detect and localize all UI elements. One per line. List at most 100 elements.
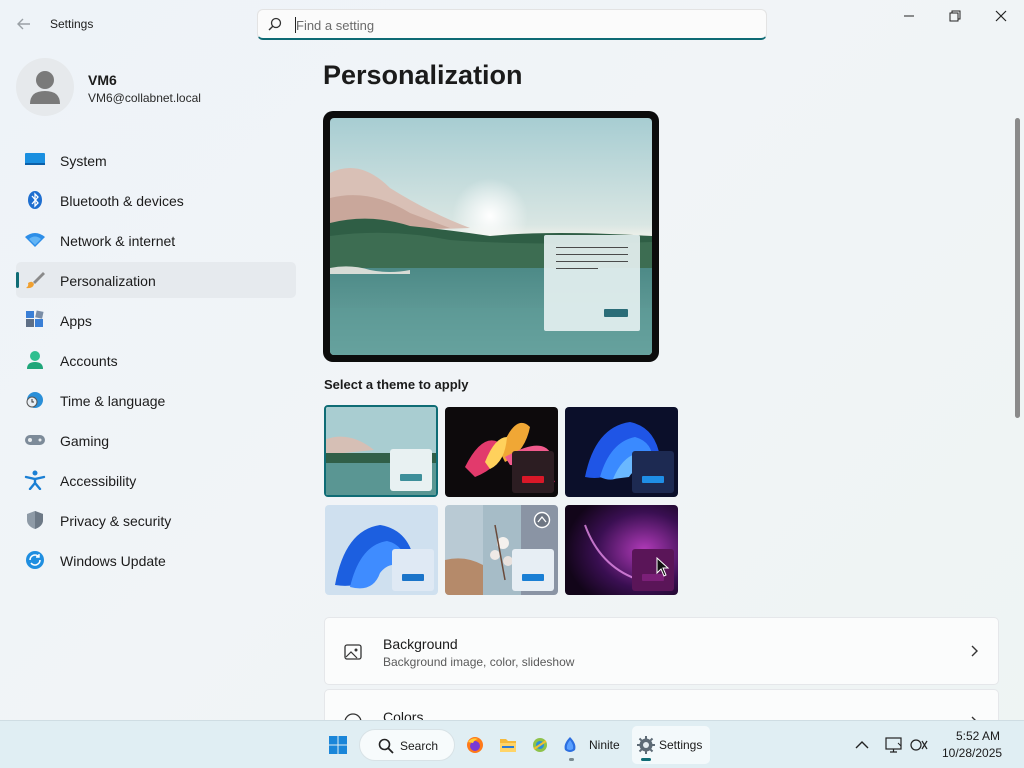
user-profile[interactable]: VM6 VM6@collabnet.local — [16, 58, 296, 118]
accent-bar — [522, 574, 544, 581]
theme-light-bloom[interactable] — [325, 505, 438, 595]
close-button[interactable] — [978, 0, 1024, 32]
sidebar-item-label: Network & internet — [60, 233, 176, 249]
mouse-cursor-icon — [656, 557, 670, 577]
search-box[interactable] — [257, 9, 767, 40]
restore-button[interactable] — [932, 0, 978, 32]
chevron-up-icon[interactable] — [855, 740, 869, 750]
sidebar-item-bluetooth[interactable]: Bluetooth & devices — [16, 182, 296, 218]
background-setting-card[interactable]: Background Background image, color, slid… — [324, 617, 999, 685]
sidebar-item-time-language[interactable]: Time & language — [16, 382, 296, 418]
sidebar-item-apps[interactable]: Apps — [16, 302, 296, 338]
sidebar-item-label: Apps — [60, 313, 92, 329]
sidebar-item-label: Bluetooth & devices — [60, 193, 184, 209]
search-icon — [268, 17, 282, 31]
sidebar-item-windows-update[interactable]: Windows Update — [16, 542, 296, 578]
accent-bar — [400, 474, 422, 481]
windows-start-icon[interactable] — [329, 736, 347, 754]
sidebar-item-privacy-security[interactable]: Privacy & security — [16, 502, 296, 538]
minimize-icon — [904, 15, 914, 17]
theme-preview-chip — [512, 549, 554, 591]
gamepad-icon — [25, 435, 45, 445]
theme-preview-chip — [392, 549, 434, 591]
theme-glow[interactable] — [565, 505, 678, 595]
taskbar-ninite-label: Ninite — [589, 738, 620, 752]
brush-icon — [26, 272, 45, 289]
desktop-preview-image — [330, 118, 652, 355]
sidebar-item-accessibility[interactable]: Accessibility — [16, 462, 296, 498]
accent-bar — [642, 476, 664, 483]
person-icon — [30, 71, 60, 104]
preview-line — [556, 261, 628, 262]
theme-grid — [324, 405, 684, 597]
taskbar-settings-label: Settings — [659, 738, 703, 752]
preview-line — [556, 268, 598, 269]
theme-spotlight[interactable] — [445, 505, 558, 595]
theme-preview-chip — [632, 451, 674, 493]
taskbar: Search Ninite Settings 5:52 AM 10/28/202… — [0, 720, 1024, 768]
sidebar-item-label: System — [60, 153, 107, 169]
close-icon — [995, 10, 1007, 22]
preview-line — [556, 247, 628, 248]
search-input[interactable] — [296, 14, 736, 36]
running-indicator — [569, 758, 574, 761]
minimize-button[interactable] — [886, 0, 932, 32]
theme-flower[interactable] — [445, 407, 558, 497]
search-icon — [378, 738, 394, 754]
clock-globe-icon — [26, 392, 43, 408]
clock-time[interactable]: 5:52 AM — [956, 729, 1000, 743]
profile-email: VM6@collabnet.local — [88, 91, 201, 105]
apps-icon — [26, 310, 44, 327]
accent-bar — [522, 476, 544, 483]
theme-preview — [323, 111, 659, 362]
app-icon[interactable] — [531, 736, 549, 754]
accounts-icon — [27, 351, 43, 369]
colors-setting-card[interactable]: Colors — [324, 689, 999, 720]
title-bar: Settings — [0, 0, 1024, 48]
gear-icon — [637, 736, 655, 754]
sidebar-item-label: Windows Update — [60, 553, 166, 569]
page-title: Personalization — [323, 60, 523, 90]
sidebar-item-label: Gaming — [60, 433, 110, 449]
theme-preview-chip — [390, 449, 432, 491]
scrollbar[interactable] — [1015, 118, 1020, 418]
sidebar-item-label: Privacy & security — [60, 513, 172, 529]
preview-window — [544, 235, 640, 331]
preview-line — [556, 254, 628, 255]
sidebar-item-gaming[interactable]: Gaming — [16, 422, 296, 458]
spotlight-icon — [533, 511, 551, 529]
sidebar-item-label: Personalization — [60, 273, 156, 289]
sidebar-item-network[interactable]: Network & internet — [16, 222, 296, 258]
theme-heading: Select a theme to apply — [324, 377, 469, 392]
card-subtitle: Background image, color, slideshow — [383, 655, 575, 669]
back-arrow-icon — [17, 18, 30, 30]
network-offline-icon[interactable] — [910, 737, 930, 753]
theme-preview-chip — [512, 451, 554, 493]
wifi-icon — [25, 233, 45, 247]
bluetooth-icon — [28, 191, 42, 209]
back-button[interactable] — [10, 12, 38, 36]
display-icon[interactable] — [885, 737, 903, 753]
palette-icon — [344, 713, 362, 720]
sidebar-item-label: Time & language — [60, 393, 166, 409]
file-explorer-icon[interactable] — [499, 737, 517, 753]
taskbar-search[interactable]: Search — [359, 729, 455, 761]
taskbar-search-label: Search — [400, 739, 439, 753]
card-title: Colors — [383, 709, 424, 720]
firefox-icon[interactable] — [466, 736, 484, 754]
sidebar-item-accounts[interactable]: Accounts — [16, 342, 296, 378]
preview-button — [604, 309, 628, 317]
sidebar-item-label: Accessibility — [60, 473, 137, 489]
sidebar-item-personalization[interactable]: Personalization — [16, 262, 296, 298]
card-title: Background — [383, 636, 458, 652]
image-icon — [344, 644, 362, 660]
sidebar-item-system[interactable]: System — [16, 142, 296, 178]
avatar — [16, 58, 74, 116]
shield-icon — [27, 511, 43, 529]
theme-dark-bloom[interactable] — [565, 407, 678, 497]
profile-name: VM6 — [88, 72, 117, 88]
clock-date[interactable]: 10/28/2025 — [942, 746, 1002, 760]
theme-lake[interactable] — [324, 405, 438, 497]
sidebar-item-label: Accounts — [60, 353, 118, 369]
ninite-icon — [564, 737, 576, 752]
